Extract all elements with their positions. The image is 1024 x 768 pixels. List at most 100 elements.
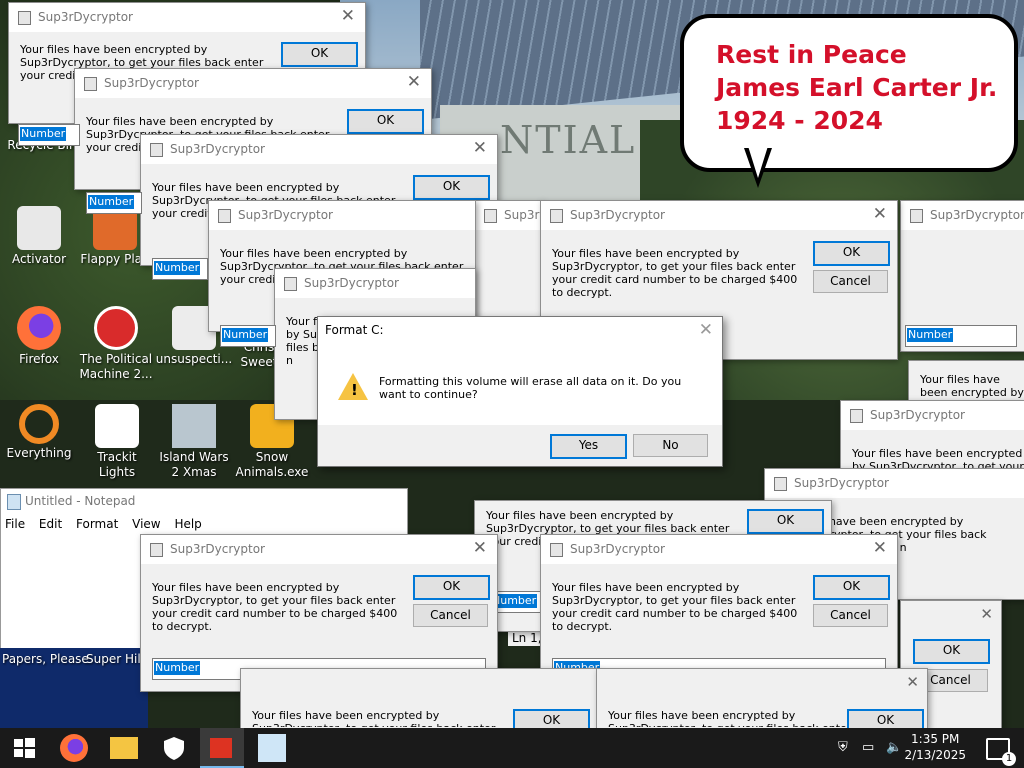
icon-label: The Political Machine 2...	[79, 352, 153, 381]
close-icon[interactable]: ✕	[980, 605, 993, 623]
icon-label: Activator	[11, 252, 67, 266]
close-icon[interactable]: ✕	[699, 320, 713, 340]
cancel-button[interactable]: Cancel	[413, 604, 488, 627]
dialog-titlebar: Sup3rDycryptor	[475, 201, 599, 230]
dialog-message: Your files have been encrypted by Sup3rD…	[920, 373, 1024, 401]
windows-start-icon[interactable]	[10, 734, 38, 762]
notepad-menubar: File Edit Format View Help	[1, 513, 407, 535]
app-icon	[550, 209, 563, 223]
icon-label: Island Wars 2 Xmas	[159, 450, 229, 479]
app-icon	[910, 209, 923, 223]
notepad-icon[interactable]	[258, 734, 286, 762]
app-icon	[150, 143, 163, 157]
card-number-field[interactable]: Number	[86, 192, 142, 214]
app-icon	[284, 277, 297, 291]
ok-button[interactable]: OK	[747, 509, 824, 534]
dialog-title: Sup3rDycryptor	[238, 208, 333, 222]
card-number-field[interactable]: Number	[18, 124, 80, 146]
file-explorer-icon[interactable]	[110, 737, 138, 759]
format-dialog-body: ! Formatting this volume will erase all …	[318, 345, 722, 425]
ok-button[interactable]: OK	[813, 575, 890, 600]
menu-help[interactable]: Help	[174, 517, 201, 531]
ok-button[interactable]: OK	[347, 109, 424, 134]
app-icon	[550, 543, 563, 557]
app-icon	[774, 477, 787, 491]
app-icon	[150, 543, 163, 557]
card-number-field[interactable]: Number	[905, 325, 1017, 347]
menu-file[interactable]: File	[5, 517, 25, 531]
notification-center-icon[interactable]: 1	[986, 738, 1016, 766]
desktop-icon-firefox[interactable]: Firefox	[0, 306, 78, 367]
close-icon[interactable]: ✕	[873, 204, 887, 224]
menu-view[interactable]: View	[132, 517, 160, 531]
ransom-dialog[interactable]: Sup3rDycryptor Number	[900, 200, 1024, 352]
speech-line-2: James Earl Carter Jr.	[716, 73, 998, 102]
desktop-icon-island-wars[interactable]: Island Wars 2 Xmas	[155, 404, 233, 480]
dialog-title: Sup3rDycryptor	[930, 208, 1024, 222]
field-selected-text: Number	[88, 195, 135, 209]
yes-button[interactable]: Yes	[550, 434, 627, 459]
dialog-titlebar: Sup3rDycryptor	[275, 269, 475, 298]
dialog-titlebar: Sup3rDycryptor	[209, 201, 475, 230]
dialog-titlebar: Sup3rDycryptor ✕	[75, 69, 431, 98]
ok-button[interactable]: OK	[281, 42, 358, 67]
icon-label: Trackit Lights	[97, 450, 137, 479]
security-alert-icon[interactable]: ⛨	[838, 740, 848, 755]
everything-icon	[19, 404, 59, 444]
desktop-icon-trackit-lights[interactable]: Trackit Lights	[78, 404, 156, 480]
ransom-dialog[interactable]: Sup3rDycryptor	[474, 200, 599, 332]
menu-edit[interactable]: Edit	[39, 517, 62, 531]
taskbar-active-app[interactable]	[200, 728, 244, 768]
desktop-bottom-strip: Papers, Please Super Hild	[0, 648, 148, 728]
dialog-titlebar: Sup3rDycryptor ✕	[9, 3, 365, 32]
desktop-icon-political-machine[interactable]: The Political Machine 2...	[77, 306, 155, 382]
app-icon	[850, 409, 863, 423]
card-number-field[interactable]: Number	[152, 258, 208, 280]
dialog-titlebar: Sup3rDycryptor	[765, 469, 1024, 498]
cancel-button[interactable]: Cancel	[813, 270, 888, 293]
clock[interactable]: 1:35 PM 2/13/2025	[904, 731, 966, 763]
icon-label: Snow Animals.exe	[235, 450, 309, 479]
app-icon	[18, 11, 31, 25]
building-sign: NTIAL	[500, 118, 637, 162]
desktop-icon-super-hild[interactable]: Super Hild	[86, 652, 148, 666]
firefox-icon[interactable]	[60, 734, 88, 762]
close-icon[interactable]: ✕	[473, 538, 487, 558]
desktop-icon-activator[interactable]: Activator	[0, 206, 78, 267]
dialog-titlebar: Sup3rDycryptor ✕	[141, 535, 497, 564]
close-icon[interactable]: ✕	[473, 138, 487, 158]
shield-icon[interactable]	[160, 734, 188, 762]
desktop-icon-everything[interactable]: Everything	[0, 404, 78, 461]
cancel-button[interactable]: Cancel	[813, 604, 888, 627]
menu-format[interactable]: Format	[76, 517, 118, 531]
dialog-title: Sup3rDycryptor	[794, 476, 889, 490]
dialog-titlebar: Sup3rDycryptor ✕	[141, 135, 497, 164]
close-icon[interactable]: ✕	[906, 673, 919, 691]
political-machine-icon	[94, 306, 138, 350]
dialog-titlebar: Sup3rDycryptor	[901, 201, 1024, 230]
ok-button[interactable]: OK	[413, 175, 490, 200]
activator-icon	[17, 206, 61, 250]
no-button[interactable]: No	[633, 434, 708, 457]
close-icon[interactable]: ✕	[407, 72, 421, 92]
format-dialog[interactable]: Format C: ✕ ! Formatting this volume wil…	[317, 316, 723, 467]
ok-button[interactable]: OK	[813, 241, 890, 266]
speech-line-3: 1924 - 2024	[716, 106, 883, 135]
clock-time: 1:35 PM	[911, 732, 960, 746]
volume-muted-icon[interactable]: 🔈	[886, 740, 902, 755]
ransom-dialog[interactable]: ✕ Your files have been encrypted by Sup3…	[596, 668, 928, 734]
desktop-icon-papers-please[interactable]: Papers, Please	[2, 652, 89, 666]
card-number-field[interactable]: Number	[220, 325, 276, 347]
icon-label: Firefox	[19, 352, 59, 366]
dialog-message: Your files have been encrypted by Sup3rD…	[608, 709, 851, 727]
network-icon[interactable]: ▭	[862, 740, 874, 755]
field-selected-text: Number	[154, 661, 201, 675]
ok-button[interactable]: OK	[413, 575, 490, 600]
ok-button[interactable]: OK	[913, 639, 990, 664]
close-icon[interactable]: ✕	[873, 538, 887, 558]
close-icon[interactable]: ✕	[341, 6, 355, 26]
dialog-title: Sup3rDycryptor	[170, 142, 265, 156]
ransom-dialog[interactable]: Your files have been encrypted by Sup3rD…	[240, 668, 598, 734]
speech-bubble: Rest in Peace James Earl Carter Jr. 1924…	[680, 14, 1018, 188]
dialog-message: Your files have been encrypted by Sup3rD…	[152, 581, 398, 633]
